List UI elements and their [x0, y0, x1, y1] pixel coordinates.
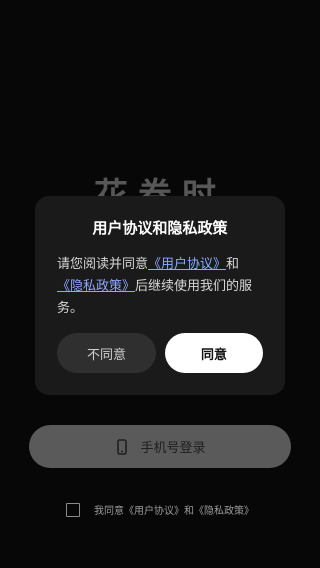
agreement-prefix: 我同意 [94, 506, 124, 517]
phone-login-button[interactable]: 手机号登录 [29, 425, 291, 468]
privacy-policy-link[interactable]: 《隐私政策》 [57, 279, 135, 294]
privacy-dialog: 用户协议和隐私政策 请您阅读并同意《用户协议》和《隐私政策》后继续使用我们的服务… [35, 196, 285, 395]
agreement-privacy-policy-link[interactable]: 《隐私政策》 [194, 502, 254, 517]
accept-button[interactable]: 同意 [165, 333, 263, 373]
dialog-body: 请您阅读并同意《用户协议》和《隐私政策》后继续使用我们的服务。 [57, 254, 265, 320]
agreement-checkbox[interactable] [66, 502, 80, 517]
decline-button[interactable]: 不同意 [57, 333, 156, 373]
phone-icon [114, 438, 130, 455]
agreement-conjunction: 和 [184, 506, 194, 517]
agreement-row: 我同意 《用户协议》 和 《隐私政策》 [0, 502, 320, 517]
login-screen: 花卷时 手机号登录 我同意 《用户协议》 和 《隐私政策》 用户协议和隐私政策 … [0, 0, 320, 568]
dialog-title: 用户协议和隐私政策 [92, 219, 228, 237]
dialog-body-conjunction: 和 [226, 257, 240, 272]
phone-login-label: 手机号登录 [140, 441, 206, 456]
dialog-body-prefix: 请您阅读并同意 [57, 257, 149, 272]
agreement-user-agreement-link[interactable]: 《用户协议》 [124, 502, 184, 517]
user-agreement-link[interactable]: 《用户协议》 [148, 257, 226, 272]
